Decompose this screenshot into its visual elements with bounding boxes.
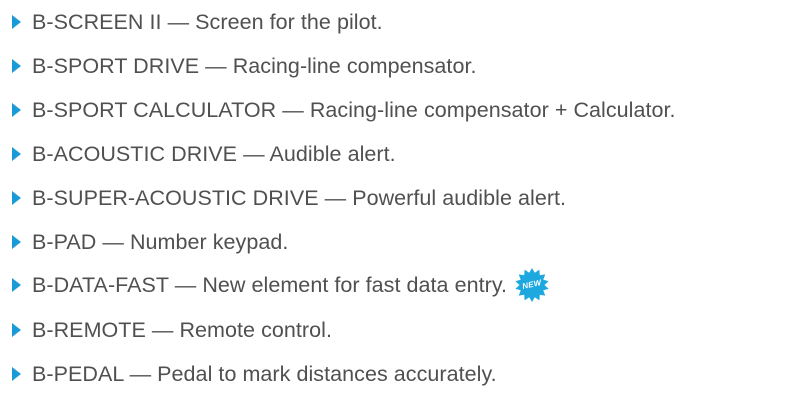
list-item-b-super-acoustic-drive: B-SUPER-ACOUSTIC DRIVE — Powerful audibl… xyxy=(0,183,566,213)
list-item-b-pad: B-PAD — Number keypad. xyxy=(0,227,288,257)
list-item-b-acoustic-drive: B-ACOUSTIC DRIVE — Audible alert. xyxy=(0,139,396,169)
triangle-bullet-icon xyxy=(12,191,21,205)
list-item-text: B-PEDAL — Pedal to mark distances accura… xyxy=(32,361,497,386)
triangle-bullet-icon xyxy=(12,323,21,337)
list-item-text: B-SPORT DRIVE — Racing-line compensator. xyxy=(32,53,477,78)
list-item-text: B-REMOTE — Remote control. xyxy=(32,317,332,342)
triangle-bullet-icon xyxy=(12,278,21,292)
triangle-bullet-icon xyxy=(12,235,21,249)
triangle-bullet-icon xyxy=(12,103,21,117)
triangle-bullet-icon xyxy=(12,59,21,73)
list-item-b-screen: B-SCREEN II — Screen for the pilot. xyxy=(0,7,383,37)
list-item-text: B-ACOUSTIC DRIVE — Audible alert. xyxy=(32,141,396,166)
list-item-text: B-SCREEN II — Screen for the pilot. xyxy=(32,9,383,34)
list-item-b-data-fast: B-DATA-FAST — New element for fast data … xyxy=(0,267,550,303)
triangle-bullet-icon xyxy=(12,147,21,161)
list-item-text: B-SPORT CALCULATOR — Racing-line compens… xyxy=(32,97,676,122)
triangle-bullet-icon xyxy=(12,15,21,29)
list-item-b-pedal: B-PEDAL — Pedal to mark distances accura… xyxy=(0,359,497,389)
list-item-b-remote: B-REMOTE — Remote control. xyxy=(0,315,332,345)
list-item-text: B-PAD — Number keypad. xyxy=(32,229,289,254)
list-item-text: B-DATA-FAST — New element for fast data … xyxy=(32,272,508,297)
new-badge-icon: NEW xyxy=(514,267,550,303)
list-item-b-sport-calculator: B-SPORT CALCULATOR — Racing-line compens… xyxy=(0,95,676,125)
list-item-b-sport-drive: B-SPORT DRIVE — Racing-line compensator. xyxy=(0,51,477,81)
new-badge-label: NEW xyxy=(521,278,543,291)
triangle-bullet-icon xyxy=(12,367,21,381)
list-item-text: B-SUPER-ACOUSTIC DRIVE — Powerful audibl… xyxy=(32,185,567,210)
